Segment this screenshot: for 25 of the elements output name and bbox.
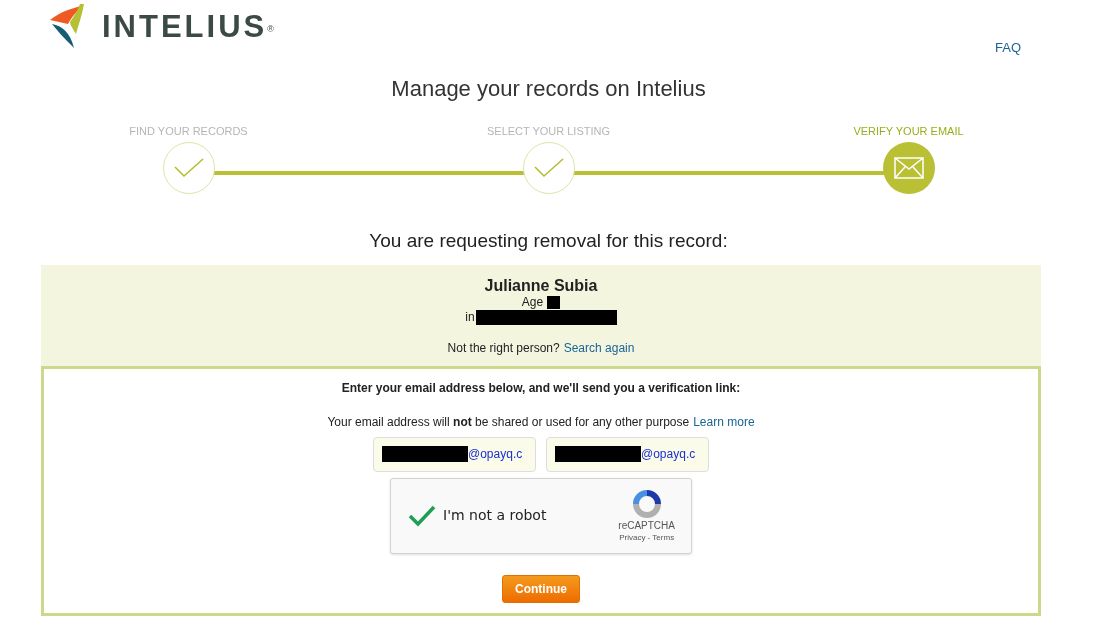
person-name: Julianne Subia	[484, 276, 598, 295]
recaptcha-logo-icon	[630, 487, 663, 520]
email-field[interactable]: @opayq.c	[546, 436, 709, 472]
check-icon	[533, 158, 564, 178]
captcha-links: Privacy - Terms	[619, 531, 675, 544]
step-label: SELECT YOUR LISTING	[486, 124, 611, 139]
search-again-link[interactable]: Search again	[563, 338, 635, 357]
learn-more-link[interactable]: Learn more	[693, 412, 755, 431]
email-field[interactable]: @opayq.c	[373, 436, 536, 472]
captcha-brand: reCAPTCHA	[618, 519, 675, 532]
age-label: Age	[521, 294, 544, 310]
captcha-label: I'm not a robot	[443, 506, 547, 525]
step-label: FIND YOUR RECORDS	[129, 124, 248, 139]
faq-link[interactable]: FAQ	[995, 38, 1021, 58]
section-heading: You are requesting removal for this record:	[368, 229, 729, 253]
step-label: VERIFY YOUR EMAIL	[853, 124, 964, 139]
check-icon	[408, 504, 436, 527]
check-icon	[173, 158, 204, 178]
location-label: in	[465, 309, 475, 325]
not-right-person-text: Not the right person?	[447, 339, 560, 357]
envelope-icon	[893, 157, 924, 179]
form-heading: Enter your email address below, and we'll send you a verification link:	[341, 379, 741, 397]
page-title: Manage your records on Intelius	[390, 75, 707, 103]
logo-wordmark: INTELIUS$^{®}$	[102, 10, 277, 42]
privacy-text: Your email address will not be shared or used for any other purpose	[327, 413, 690, 431]
